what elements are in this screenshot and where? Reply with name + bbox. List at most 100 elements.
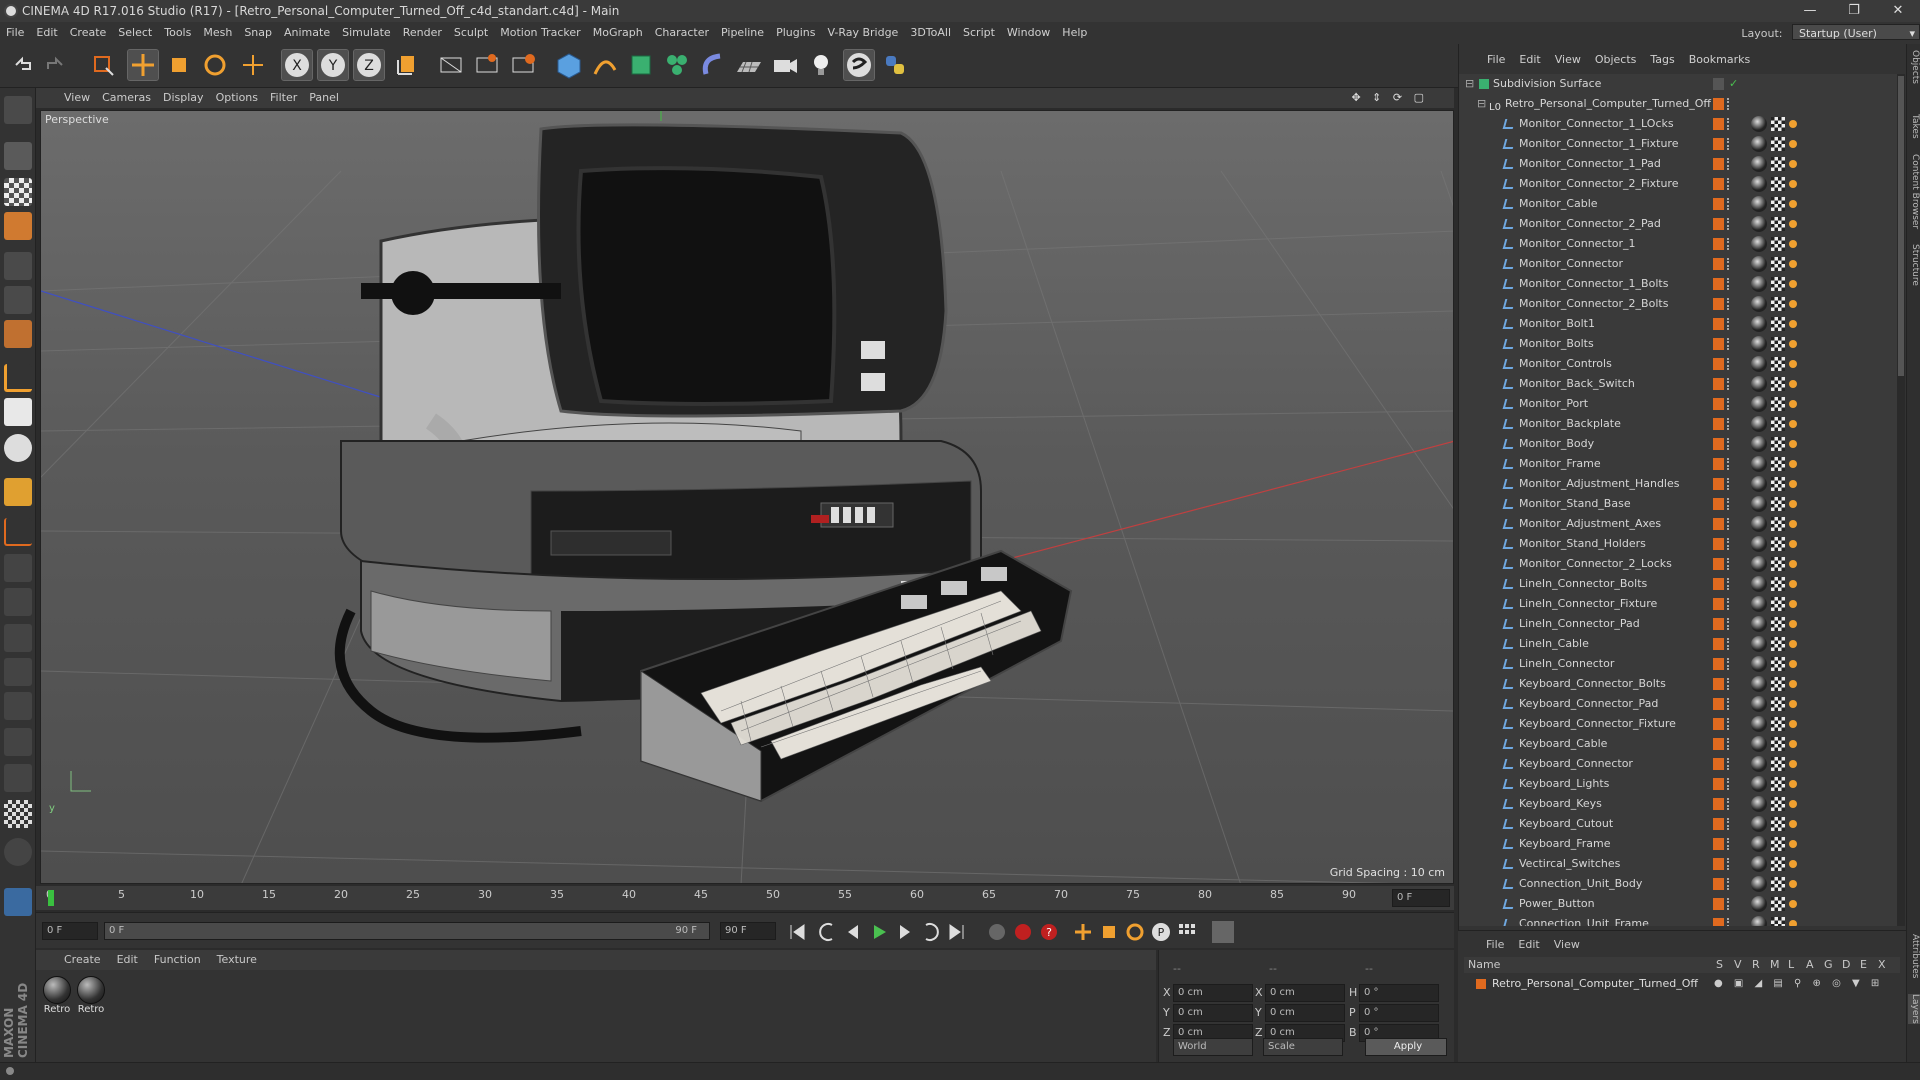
visibility-dots-icon[interactable] [1727, 138, 1731, 150]
object-row[interactable]: Monitor_Connector_1_Pad [1459, 154, 1899, 174]
menu-pipeline[interactable]: Pipeline [715, 22, 770, 44]
phong-tag-icon[interactable] [1789, 300, 1797, 308]
phong-tag-icon[interactable] [1789, 280, 1797, 288]
visibility-dots-icon[interactable] [1727, 918, 1731, 926]
layer-swatch[interactable] [1713, 918, 1724, 926]
sculpt-inflate-icon[interactable] [4, 728, 32, 756]
visibility-dots-icon[interactable] [1727, 498, 1731, 510]
visibility-dots-icon[interactable] [1727, 538, 1731, 550]
recent-tools-icon[interactable] [238, 50, 268, 80]
visibility-dots-icon[interactable] [1727, 318, 1731, 330]
object-row[interactable]: Monitor_Connector_2_Bolts [1459, 294, 1899, 314]
layer-column-header[interactable]: L [1788, 957, 1794, 973]
layer-column-header[interactable]: R [1752, 957, 1760, 973]
object-row[interactable]: Monitor_Backplate [1459, 414, 1899, 434]
texture-tag-icon[interactable] [1771, 557, 1785, 571]
phong-tag-icon[interactable] [1789, 500, 1797, 508]
lock-grid-icon[interactable] [4, 800, 32, 828]
material-tag-icon[interactable] [1751, 896, 1767, 912]
key-position-icon[interactable] [1072, 921, 1094, 943]
layer-swatch[interactable] [1713, 858, 1724, 870]
material-tag-icon[interactable] [1751, 696, 1767, 712]
workplane-mode-icon[interactable] [4, 212, 32, 240]
material-tag-icon[interactable] [1751, 756, 1767, 772]
material-menu-create[interactable]: Create [64, 953, 101, 966]
material-tag-icon[interactable] [1751, 616, 1767, 632]
object-menu-objects[interactable]: Objects [1595, 53, 1637, 66]
material-swatch[interactable]: Retro [42, 976, 72, 1015]
texture-tag-icon[interactable] [1771, 317, 1785, 331]
viewport-nav-icons[interactable]: ✥ ⇕ ⟳ ▢ [1351, 88, 1428, 108]
visibility-dots-icon[interactable] [1727, 278, 1731, 290]
sculpt-smooth-icon[interactable] [4, 624, 32, 652]
layer-swatch[interactable] [1713, 238, 1724, 250]
layer-swatch[interactable] [1713, 118, 1724, 130]
visibility-dots-icon[interactable] [1727, 898, 1731, 910]
key-rotation-icon[interactable] [1124, 921, 1146, 943]
phong-tag-icon[interactable] [1789, 140, 1797, 148]
material-tag-icon[interactable] [1751, 536, 1767, 552]
phong-tag-icon[interactable] [1789, 640, 1797, 648]
phong-tag-icon[interactable] [1789, 160, 1797, 168]
object-scrollbar[interactable] [1897, 74, 1905, 926]
texture-tag-icon[interactable] [1771, 397, 1785, 411]
visibility-dots-icon[interactable] [1727, 338, 1731, 350]
phong-tag-icon[interactable] [1789, 460, 1797, 468]
object-row[interactable]: Keyboard_Connector_Bolts [1459, 674, 1899, 694]
object-row[interactable]: Monitor_Body [1459, 434, 1899, 454]
sculpt-grab-icon[interactable] [4, 658, 32, 686]
layer-menu-file[interactable]: File [1486, 938, 1504, 951]
visibility-dots-icon[interactable] [1727, 238, 1731, 250]
menu-mesh[interactable]: Mesh [197, 22, 238, 44]
tab-takes[interactable]: Takes [1908, 114, 1920, 139]
texture-tag-icon[interactable] [1771, 717, 1785, 731]
object-row[interactable]: Monitor_Frame [1459, 454, 1899, 474]
layer-swatch[interactable] [1713, 258, 1724, 270]
visibility-dots-icon[interactable] [1727, 778, 1731, 790]
object-row[interactable]: Monitor_Connector_2_Pad [1459, 214, 1899, 234]
object-row[interactable]: Monitor_Connector_1 [1459, 234, 1899, 254]
texture-tag-icon[interactable] [1771, 797, 1785, 811]
workplane-icon[interactable] [4, 518, 32, 546]
material-menu-edit[interactable]: Edit [117, 953, 138, 966]
phong-tag-icon[interactable] [1789, 180, 1797, 188]
texture-tag-icon[interactable] [1771, 437, 1785, 451]
coord-value-field[interactable]: 0 ° [1359, 984, 1439, 1002]
phong-tag-icon[interactable] [1789, 900, 1797, 908]
phong-tag-icon[interactable] [1789, 220, 1797, 228]
key-pla-icon[interactable] [1176, 921, 1198, 943]
material-tag-icon[interactable] [1751, 436, 1767, 452]
object-row[interactable]: Monitor_Connector [1459, 254, 1899, 274]
visibility-dots-icon[interactable] [1727, 438, 1731, 450]
texture-tag-icon[interactable] [1771, 757, 1785, 771]
layer-swatch[interactable] [1713, 838, 1724, 850]
phong-tag-icon[interactable] [1789, 400, 1797, 408]
material-tag-icon[interactable] [1751, 256, 1767, 272]
sculpt-brush-icon[interactable] [4, 554, 32, 582]
material-tag-icon[interactable] [1751, 676, 1767, 692]
menu-window[interactable]: Window [1001, 22, 1056, 44]
visibility-dots-icon[interactable] [1727, 598, 1731, 610]
material-tag-icon[interactable] [1751, 856, 1767, 872]
texture-tag-icon[interactable] [1771, 417, 1785, 431]
layer-swatch[interactable] [1713, 598, 1724, 610]
tab-objects[interactable]: Objects [1908, 50, 1920, 84]
current-frame-field[interactable]: 0 F [1392, 889, 1450, 907]
material-tag-icon[interactable] [1751, 596, 1767, 612]
phong-tag-icon[interactable] [1789, 340, 1797, 348]
phong-tag-icon[interactable] [1789, 560, 1797, 568]
prev-key-icon[interactable] [816, 921, 838, 943]
key-parameter-icon[interactable]: P [1150, 921, 1172, 943]
material-tag-icon[interactable] [1751, 656, 1767, 672]
undo-icon[interactable] [8, 50, 38, 80]
light-icon[interactable] [806, 50, 836, 80]
texture-tag-icon[interactable] [1771, 237, 1785, 251]
keyframe-selection-icon[interactable]: ? [1038, 921, 1060, 943]
object-row[interactable]: Vectircal_Switches [1459, 854, 1899, 874]
autokey-icon[interactable] [1012, 921, 1034, 943]
menu-file[interactable]: File [0, 22, 30, 44]
material-tag-icon[interactable] [1751, 236, 1767, 252]
layer-row[interactable]: Retro_Personal_Computer_Turned_Off ● ▣ ◢… [1464, 975, 1900, 993]
layer-flags-icons[interactable]: ● ▣ ◢ ▤ ⚲ ⊕ ◎ ▼ ⊞ [1714, 975, 1883, 993]
object-row[interactable]: Monitor_Cable [1459, 194, 1899, 214]
